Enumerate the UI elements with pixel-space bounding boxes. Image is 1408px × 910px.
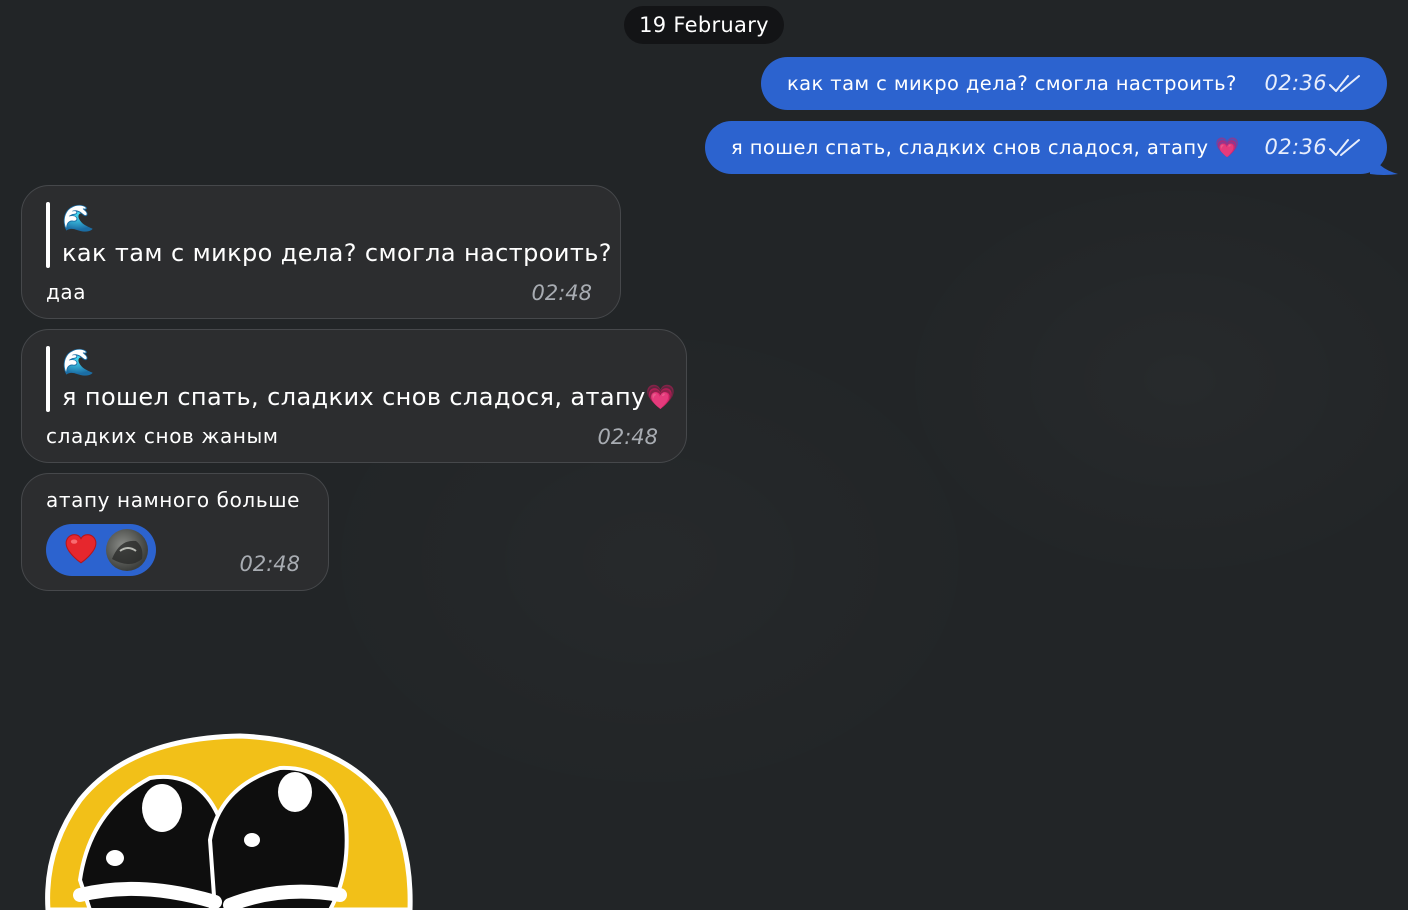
heart-icon [65,534,97,564]
incoming-message[interactable]: атапу намного больше 02:48 [21,473,329,591]
outgoing-message[interactable]: как там с микро дела? смогла настроить? … [761,57,1387,110]
reactor-avatar [106,529,148,571]
reaction-chip[interactable] [46,524,156,576]
bubble-tail [1370,150,1398,175]
message-text: даа [46,280,87,304]
message-text: сладких снов жаным [46,424,279,448]
message-text: я пошел спать, сладких снов сладося, ата… [731,136,1240,159]
message-time: 02:36 [1264,71,1327,95]
message-text: как там с микро дела? смогла настроить? [787,72,1237,95]
incoming-message[interactable]: 🌊 как там с микро дела? смогла настроить… [21,185,621,319]
message-time: 02:48 [239,552,300,576]
reply-sender-emoji: 🌊 [62,348,95,378]
message-time: 02:48 [531,281,592,305]
reply-quote-text[interactable]: я пошел спать, сладких снов сладося, ата… [62,383,676,411]
message-text: атапу намного больше [46,488,301,512]
reply-sender-emoji: 🌊 [62,204,95,234]
reply-quote-bar [46,202,50,268]
sticker-cute-face[interactable] [40,730,420,910]
incoming-message[interactable]: 🌊 я пошел спать, сладких снов сладося, а… [21,329,687,463]
message-time: 02:48 [597,425,658,449]
outgoing-message[interactable]: я пошел спать, сладких снов сладося, ата… [705,121,1387,174]
reply-quote-bar [46,346,50,412]
double-check-icon [1329,139,1360,156]
double-check-icon [1329,75,1360,92]
reply-quote-text[interactable]: как там с микро дела? смогла настроить? [62,239,612,267]
message-time: 02:36 [1264,135,1327,159]
date-separator: 19 February [624,6,784,44]
